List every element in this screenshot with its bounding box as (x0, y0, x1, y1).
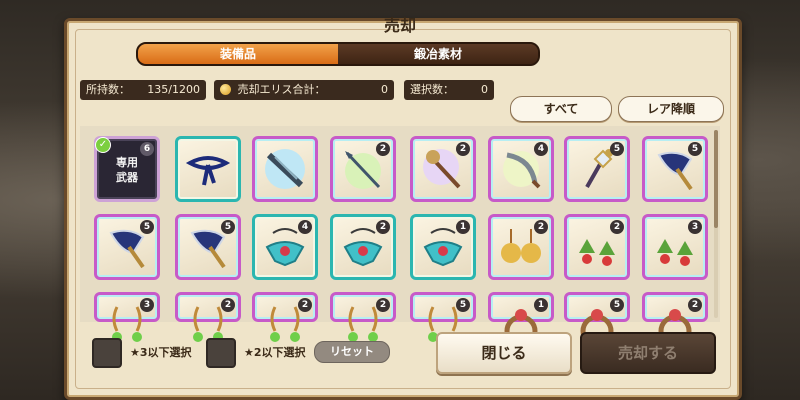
item-slot[interactable]: 2 (252, 292, 318, 342)
star2-select-checkbox[interactable] (206, 338, 236, 368)
item-slot[interactable]: 2 (642, 292, 708, 348)
sell-button[interactable]: 売却する (580, 332, 716, 374)
reset-button[interactable]: リセット (314, 341, 390, 363)
item-count-badge: 2 (298, 298, 312, 312)
item-count-badge: 2 (610, 220, 624, 234)
item-count-badge: 2 (376, 142, 390, 156)
item-slot[interactable]: 2 (175, 292, 241, 342)
item-slot[interactable]: 2 (330, 292, 396, 342)
owned-count-bar: 所持数： 135/1200 (80, 80, 206, 100)
item-count-badge: 2 (534, 220, 548, 234)
item-slot[interactable] (175, 136, 241, 202)
selected-count-bar: 選択数： 0 (404, 80, 494, 100)
item-count-badge: 6 (140, 142, 154, 156)
scrollbar-thumb[interactable] (714, 130, 718, 228)
item-slot[interactable] (252, 136, 318, 202)
item-slot[interactable]: 2 (564, 214, 630, 280)
item-slot[interactable]: 4 (252, 214, 318, 280)
item-slot[interactable]: 2 (488, 214, 554, 280)
item-slot[interactable]: 1 (410, 214, 476, 280)
item-count-badge: 5 (610, 142, 624, 156)
rarity-sort-button[interactable]: レア降順 (618, 96, 724, 122)
item-slot[interactable]: 5 (410, 292, 476, 342)
item-count-badge: 4 (298, 220, 312, 234)
item-slot[interactable]: 5 (564, 136, 630, 202)
item-slot[interactable]: 4 (488, 136, 554, 202)
item-count-badge: 3 (140, 298, 154, 312)
item-count-badge: 2 (221, 298, 235, 312)
item-slot[interactable]: 3 (642, 214, 708, 280)
item-slot[interactable]: 5 (94, 214, 160, 280)
item-count-badge: 5 (456, 298, 470, 312)
star3-select-label: ★3以下選択 (130, 346, 192, 359)
star2-select-label: ★2以下選択 (244, 346, 306, 359)
sale-total-value: 0 (381, 83, 388, 96)
item-count-badge: 5 (140, 220, 154, 234)
item-count-badge: 1 (456, 220, 470, 234)
owned-label: 所持数： (86, 83, 130, 96)
item-count-badge: 2 (688, 298, 702, 312)
item-slot[interactable]: 5 (175, 214, 241, 280)
item-count-badge: 4 (534, 142, 548, 156)
item-slot[interactable]: 2 (330, 136, 396, 202)
item-count-badge: 5 (688, 142, 702, 156)
item-slot[interactable]: 2 (330, 214, 396, 280)
coin-icon (220, 83, 231, 95)
item-count-badge: 1 (534, 298, 548, 312)
dialog-title: 売却 (383, 16, 416, 35)
item-slot[interactable]: 2 (410, 136, 476, 202)
check-icon: ✓ (95, 137, 111, 153)
tab-equipment[interactable]: 装備品 (138, 44, 338, 64)
sale-total-bar: 売却エリス合計： 0 (214, 80, 394, 100)
scrollbar[interactable] (714, 130, 718, 318)
item-slot[interactable]: 専用 武器 6 ✓ (94, 136, 160, 202)
item-slot[interactable]: 1 (488, 292, 554, 348)
item-slot[interactable]: 5 (642, 136, 708, 202)
item-slot[interactable]: 3 (94, 292, 160, 342)
sale-total-label: 売却エリス合計： (237, 83, 326, 96)
category-tabs: 装備品 鍛冶素材 (136, 42, 540, 66)
exclusive-weapon-label: 専用 武器 (116, 156, 138, 184)
item-count-badge: 2 (456, 142, 470, 156)
star3-select-checkbox[interactable] (92, 338, 122, 368)
item-slot[interactable]: 5 (564, 292, 630, 348)
item-count-badge: 2 (376, 220, 390, 234)
selected-label: 選択数： (410, 83, 454, 96)
selected-value: 0 (481, 83, 488, 96)
item-count-badge: 5 (610, 298, 624, 312)
item-count-badge: 3 (688, 220, 702, 234)
owned-value: 135/1200 (147, 83, 200, 96)
tab-smithing-materials[interactable]: 鍛冶素材 (338, 44, 538, 64)
item-count-badge: 2 (376, 298, 390, 312)
close-button[interactable]: 閉じる (436, 332, 572, 374)
item-count-badge: 5 (221, 220, 235, 234)
select-all-button[interactable]: すべて (510, 96, 612, 122)
